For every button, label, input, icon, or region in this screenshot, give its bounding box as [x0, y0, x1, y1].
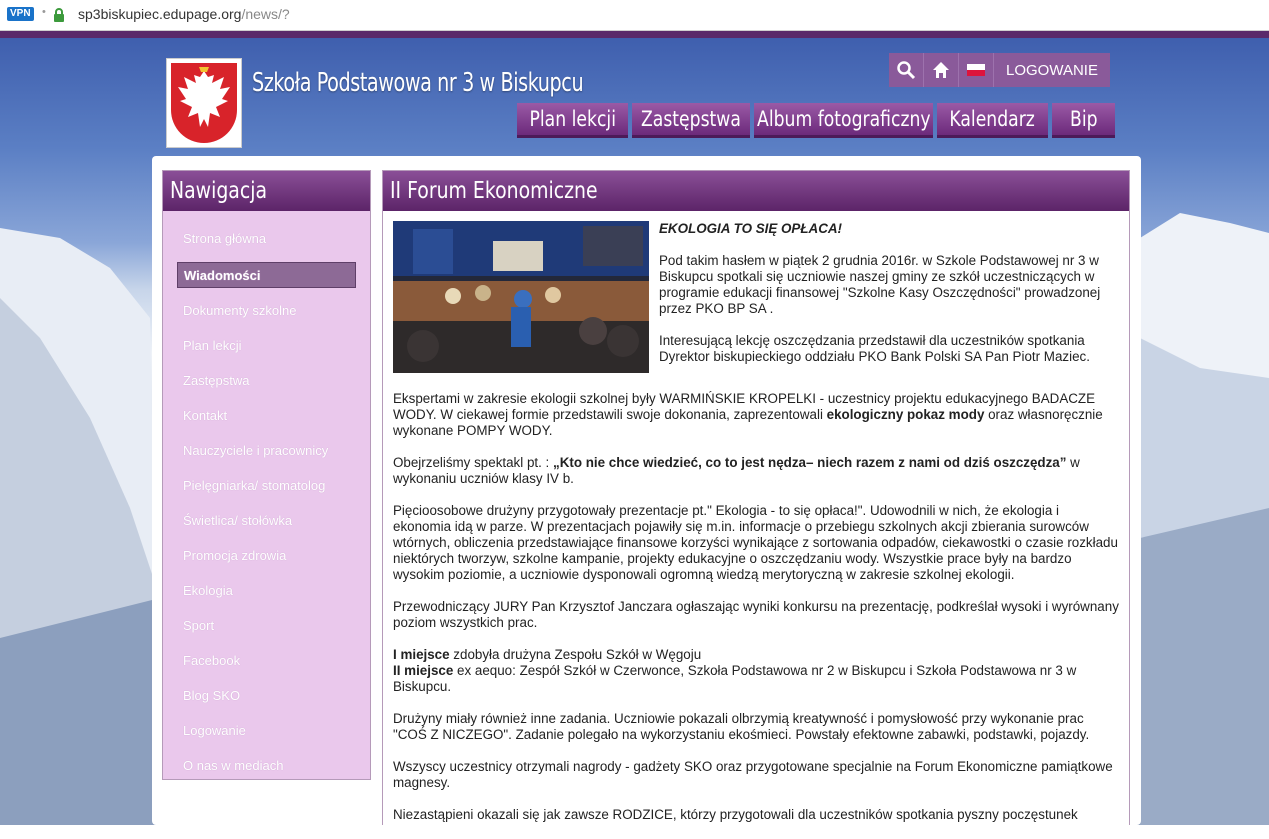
- sidebar-item-logowanie[interactable]: Logowanie: [163, 713, 370, 748]
- browser-accent-line: [0, 31, 1269, 38]
- paragraph-8: Drużyny miały również inne zadania. Uczn…: [393, 711, 1090, 742]
- second-place-label: II miejsce: [393, 663, 454, 678]
- event-photo-image: [393, 221, 649, 373]
- sidebar-item-kontakt[interactable]: Kontakt: [163, 398, 370, 433]
- home-icon: [933, 62, 949, 78]
- lead-text: EKOLOGIA TO SIĘ OPŁACA!: [659, 221, 843, 236]
- article-title: II Forum Ekonomiczne: [390, 178, 598, 204]
- p3-bold: ekologiczny pokaz mody: [826, 407, 985, 422]
- article-header: II Forum Ekonomiczne: [383, 171, 1129, 211]
- nav-plan-lekcji[interactable]: Plan lekcji: [517, 103, 628, 138]
- paragraph-7: I miejsce zdobyła drużyna Zespołu Szkół …: [393, 647, 1119, 695]
- p4-bold: „Kto nie chce wiedzieć, co to jest nędza…: [553, 455, 1067, 470]
- login-button[interactable]: LOGOWANIE: [993, 53, 1110, 87]
- second-place-text: ex aequo: Zespół Szkół w Czerwonce, Szko…: [393, 663, 1077, 694]
- sidebar-item-strona-glowna[interactable]: Strona główna: [163, 221, 370, 256]
- sidebar-item-blog-sko[interactable]: Blog SKO: [163, 678, 370, 713]
- first-place-label: I miejsce: [393, 647, 450, 662]
- news-article: II Forum Ekonomiczne EKOLOGIA TO SIĘ OPŁ…: [382, 170, 1130, 825]
- sidebar-item-ekologia[interactable]: Ekologia: [163, 573, 370, 608]
- site-title[interactable]: Szkoła Podstawowa nr 3 w Biskupcu: [252, 68, 584, 98]
- url-text[interactable]: sp3biskupiec.edupage.org/news/?: [78, 6, 290, 22]
- nav-zastepstwa[interactable]: Zastępstwa: [632, 103, 750, 138]
- sidebar-item-zastepstwa[interactable]: Zastępstwa: [163, 363, 370, 398]
- sidebar-item-o-nas-w-mediach[interactable]: O nas w mediach: [163, 748, 370, 783]
- sidebar-item-swietlica[interactable]: Świetlica/ stołówka: [163, 503, 370, 538]
- sidebar-item-dokumenty-szkolne[interactable]: Dokumenty szkolne: [163, 293, 370, 328]
- paragraph-10: Niezastąpieni okazali się jak zawsze ROD…: [393, 807, 1078, 822]
- sidebar-item-pielegniarka[interactable]: Pielęgniarka/ stomatolog: [163, 468, 370, 503]
- polish-flag-icon: [967, 64, 985, 76]
- vpn-badge[interactable]: VPN: [7, 7, 34, 21]
- language-button[interactable]: [958, 53, 993, 87]
- article-body: EKOLOGIA TO SIĘ OPŁACA! Pod takim hasłem…: [393, 221, 1119, 839]
- sidebar-navigation: Nawigacja Strona główna Wiadomości Dokum…: [162, 170, 371, 780]
- main-navigation: Plan lekcji Zastępstwa Album fotograficz…: [517, 103, 1115, 138]
- nav-album-fotograficzny[interactable]: Album fotograficzny: [754, 103, 933, 138]
- clearfix: [393, 381, 1119, 391]
- nav-label: Plan lekcji: [529, 107, 616, 131]
- sidebar-item-wiadomosci[interactable]: Wiadomości: [177, 262, 356, 288]
- paragraph-6: Przewodniczący JURY Pan Krzysztof Jancza…: [393, 599, 1119, 630]
- paragraph-3: Ekspertami w zakresie ekologii szkolnej …: [393, 391, 1119, 439]
- browser-address-bar[interactable]: VPN • sp3biskupiec.edupage.org/news/?: [0, 0, 1269, 31]
- sidebar-item-promocja-zdrowia[interactable]: Promocja zdrowia: [163, 538, 370, 573]
- first-place-text: zdobyła drużyna Zespołu Szkół w Węgoju: [449, 647, 702, 662]
- utility-bar: LOGOWANIE: [889, 53, 1110, 87]
- p4-text-a: Obejrzeliśmy spektakl pt. :: [393, 455, 553, 470]
- separator-dot: •: [42, 6, 46, 18]
- eagle-icon: [178, 67, 230, 127]
- nav-label: Bip: [1069, 107, 1098, 131]
- nav-kalendarz[interactable]: Kalendarz: [937, 103, 1048, 138]
- search-icon: [897, 61, 916, 80]
- nav-label: Kalendarz: [949, 107, 1036, 131]
- sidebar-list: Strona główna Wiadomości Dokumenty szkol…: [163, 211, 370, 783]
- paragraph-5: Pięcioosobowe drużyny przygotowały preze…: [393, 503, 1118, 582]
- sidebar-item-nauczyciele[interactable]: Nauczyciele i pracownicy: [163, 433, 370, 468]
- paragraph-9: Wszyscy uczestnicy otrzymali nagrody - g…: [393, 759, 1113, 790]
- eagle-emblem: [171, 63, 237, 143]
- url-path: /news/?: [241, 6, 290, 22]
- school-logo[interactable]: [166, 58, 242, 148]
- sidebar-item-plan-lekcji[interactable]: Plan lekcji: [163, 328, 370, 363]
- sidebar-item-facebook[interactable]: Facebook: [163, 643, 370, 678]
- nav-label: Zastępstwa: [641, 107, 741, 131]
- search-button[interactable]: [889, 53, 923, 87]
- sidebar-title: Nawigacja: [170, 178, 268, 204]
- nav-label: Album fotograficzny: [756, 107, 931, 131]
- sidebar-item-sport[interactable]: Sport: [163, 608, 370, 643]
- sidebar-header: Nawigacja: [163, 171, 370, 211]
- home-button[interactable]: [923, 53, 958, 87]
- lock-icon[interactable]: [52, 7, 66, 23]
- paragraph-4: Obejrzeliśmy spektakl pt. : „Kto nie chc…: [393, 455, 1119, 487]
- nav-bip[interactable]: Bip: [1052, 103, 1115, 138]
- url-host: sp3biskupiec.edupage.org: [78, 6, 242, 22]
- article-photo[interactable]: [393, 221, 649, 373]
